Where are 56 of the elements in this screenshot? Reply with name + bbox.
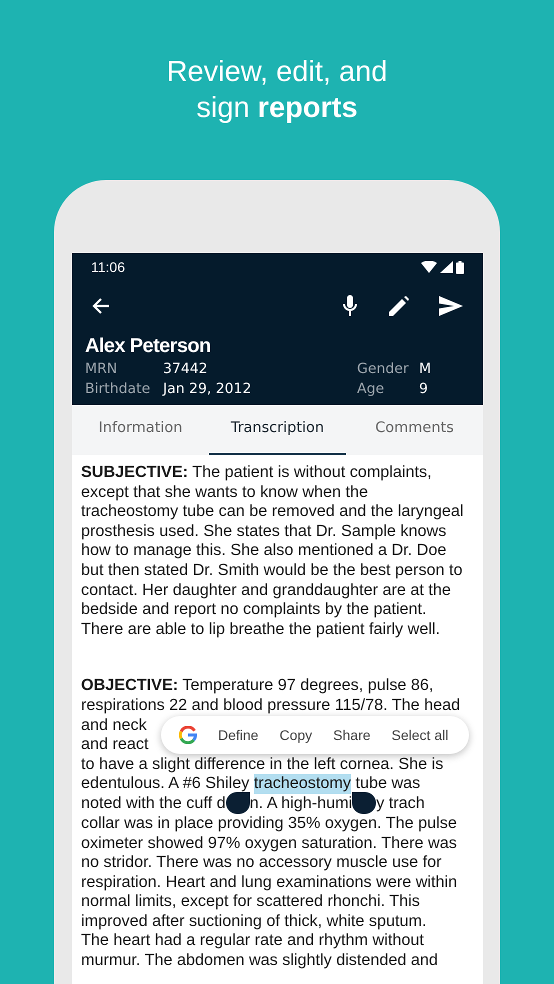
report-text-line: how to manage this. She also mentioned a Dr. Doe <box>81 541 446 561</box>
report-text-line: There are able to lip breathe the patient fairly well. <box>81 620 440 640</box>
report-text-line: contact. Her daughter and granddaughter are at the <box>81 580 451 600</box>
report-text-line: collar was in place providing 35% oxygen. The pulse <box>81 814 457 834</box>
send-icon[interactable] <box>439 296 463 316</box>
report-text-line: edentulous. A #6 Shiley <box>81 774 250 794</box>
menu-action[interactable]: Define <box>218 726 258 746</box>
menu-action[interactable]: Copy <box>279 726 312 746</box>
field-label: Gender <box>357 360 410 379</box>
report-text-line: improved after suctioning of thick, white sputum. <box>81 912 426 932</box>
menu-action[interactable]: Select all <box>392 726 448 746</box>
report-text-line: tube was <box>354 774 420 794</box>
field-label: Age <box>357 380 386 399</box>
google-icon[interactable] <box>179 726 197 744</box>
report-text-line: SUBJECTIVE: The patient is without complaints, <box>81 463 432 483</box>
menu-action[interactable]: Share <box>333 726 371 746</box>
field-value: Jan 29, 2012 <box>163 380 252 399</box>
selection-handle[interactable] <box>226 792 250 814</box>
report-text-line: to have a slight difference in the left cornea. She is <box>81 754 444 774</box>
report-text-line: noted with the cuff d <box>81 794 226 814</box>
field-label: MRN <box>85 360 118 379</box>
report-text-line: but then stated Dr. Smith would be the best person to <box>81 560 463 581</box>
report-text-line: n. A high-humi <box>250 794 352 814</box>
microphone-icon[interactable] <box>343 295 357 317</box>
pencil-icon[interactable] <box>389 296 409 316</box>
wifi-icon <box>421 261 437 273</box>
tab[interactable]: Transcription <box>209 405 346 455</box>
report-text-line: except that she wants to know when the <box>81 482 368 502</box>
report-text-line: The heart had a regular rate and rhythm without <box>81 931 424 952</box>
headline: Review, edit, and sign reports <box>166 55 388 126</box>
report-text-line: bedside and report no complaints by the patient. <box>81 600 427 620</box>
report-text-line: and react <box>81 735 148 755</box>
report-text-line: oximeter showed 97% oxygen saturation. There was <box>81 834 457 854</box>
report-text-line: normal limits, except for scattered rhonchi. This <box>81 892 420 912</box>
report-text-line: and neck <box>81 716 147 736</box>
selection-handle[interactable] <box>352 792 376 814</box>
report-text-line: no stridor. There was no accessory muscle use for <box>81 853 442 873</box>
patient-name: Alex Peterson <box>85 334 212 359</box>
status-time: 11:06 <box>91 258 125 276</box>
signal-icon <box>440 261 453 273</box>
report-text-line: respiration. Heart and lung examinations were within <box>81 872 458 892</box>
report-text-line: prosthesis used. She states that Dr. Sample knows <box>81 522 446 542</box>
report-text-line: tracheostomy tube can be removed and the laryngeal <box>81 502 464 522</box>
field-value: 9 <box>419 380 428 399</box>
field-label: Birthdate <box>85 380 152 399</box>
report-text-line: OBJECTIVE: Temperature 97 degrees, pulse 86, <box>81 676 434 696</box>
report-text-line: murmur. The abdomen was slightly distended and <box>81 951 438 971</box>
field-value: 37442 <box>163 360 208 379</box>
battery-icon <box>456 260 464 274</box>
field-value: M <box>419 360 432 379</box>
tab[interactable]: Comments <box>346 405 483 455</box>
report-text-line: respirations 22 and blood pressure 115/78. The head <box>81 696 460 716</box>
report-text-line: y trach <box>376 794 425 814</box>
back-arrow-icon[interactable] <box>92 297 110 315</box>
selected-text[interactable]: tracheostomy <box>254 774 351 794</box>
tab[interactable]: Information <box>72 405 209 455</box>
